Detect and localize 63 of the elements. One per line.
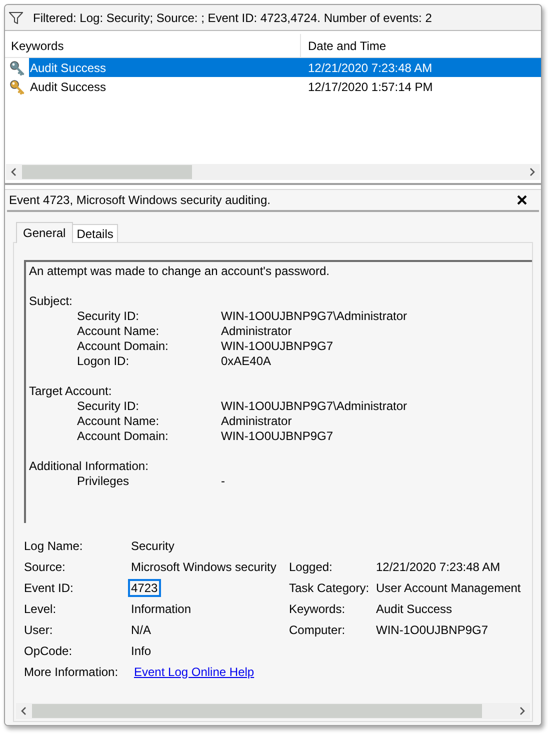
- field-value: -: [221, 474, 225, 489]
- field-label: Privileges: [77, 474, 130, 489]
- property-label: Level:: [24, 600, 58, 618]
- section-heading: Subject:: [29, 294, 74, 309]
- field-value: WIN-1O0UJBNP9G7: [221, 429, 334, 444]
- property-value: User Account Management: [376, 580, 521, 596]
- scroll-right-icon[interactable]: [517, 706, 527, 716]
- field-value: WIN-1O0UJBNP9G7\Administrator: [221, 399, 408, 414]
- scroll-left-icon[interactable]: [9, 167, 19, 177]
- property-label: Logged:: [289, 558, 334, 576]
- property-value: Info: [131, 644, 152, 658]
- horizontal-scrollbar[interactable]: [16, 703, 530, 719]
- event-row[interactable]: Audit Success 12/17/2020 1:57:14 PM: [29, 77, 541, 96]
- help-link[interactable]: Event Log Online Help: [134, 662, 254, 680]
- column-header[interactable]: Date and Time: [301, 34, 541, 57]
- filter-icon: [9, 12, 23, 24]
- property-value: Security: [131, 538, 174, 552]
- description-summary: An attempt was made to change an account's password.: [29, 264, 330, 279]
- field-value: Administrator: [221, 414, 292, 429]
- pane-splitter[interactable]: [5, 183, 541, 190]
- property-label: Task Category:: [289, 580, 370, 596]
- property-label: Source:: [24, 558, 66, 576]
- field-label: Logon ID:: [77, 354, 130, 369]
- property-label: Keywords:: [289, 600, 346, 618]
- property-label: OpCode:: [24, 642, 74, 660]
- tab[interactable]: General: [16, 222, 73, 243]
- close-icon[interactable]: [517, 195, 527, 205]
- tab[interactable]: Details: [72, 224, 118, 242]
- scroll-left-icon[interactable]: [19, 706, 29, 716]
- key-icon: [9, 78, 25, 94]
- scroll-right-icon[interactable]: [527, 167, 537, 177]
- event-title: Event 4723, Microsoft Windows security auditing.: [8, 192, 272, 209]
- filter-summary: Filtered: Log: Security; Source: ; Event ID: 4723,4724. Number of events: 2: [33, 10, 432, 26]
- event-row[interactable]: Audit Success 12/21/2020 7:23:48 AM: [29, 58, 541, 77]
- property-label: Event ID:: [24, 580, 74, 596]
- field-label: Security ID:: [77, 399, 140, 414]
- column-header[interactable]: Keywords: [5, 34, 301, 57]
- field-value: WIN-1O0UJBNP9G7\Administrator: [221, 309, 408, 324]
- field-value: 0xAE40A: [221, 354, 272, 369]
- property-value: WIN-1O0UJBNP9G7: [376, 622, 488, 638]
- field-label: Security ID:: [77, 309, 140, 324]
- section-heading: Additional Information:: [29, 459, 150, 474]
- property-value: 12/21/2020 7:23:48 AM: [376, 558, 500, 576]
- field-value: WIN-1O0UJBNP9G7: [221, 339, 334, 354]
- property-value: Microsoft Windows security: [131, 560, 276, 574]
- property-label: More Information:: [24, 664, 120, 680]
- property-value: Audit Success: [376, 600, 452, 618]
- section-heading: Target Account:: [29, 384, 113, 399]
- scrollbar-thumb[interactable]: [22, 165, 192, 179]
- field-label: Account Domain:: [77, 429, 170, 444]
- field-label: Account Name:: [77, 324, 160, 339]
- field-label: Account Domain:: [77, 339, 170, 354]
- field-label: Account Name:: [77, 414, 160, 429]
- property-value: Information: [131, 602, 192, 616]
- property-value: N/A: [131, 622, 152, 636]
- property-label: User:: [24, 622, 54, 638]
- horizontal-scrollbar[interactable]: [6, 164, 540, 180]
- property-label: Log Name:: [24, 538, 84, 554]
- field-value: Administrator: [221, 324, 292, 339]
- key-icon: [9, 60, 25, 76]
- scrollbar-thumb[interactable]: [32, 704, 482, 718]
- property-label: Computer:: [289, 622, 346, 638]
- property-value: 4723: [128, 578, 161, 596]
